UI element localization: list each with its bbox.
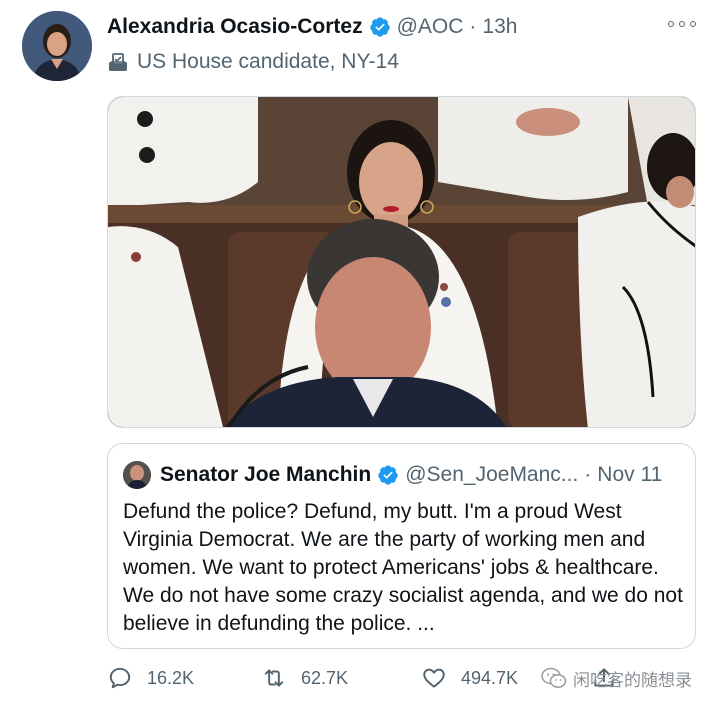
quoted-verified-badge-icon: [377, 464, 399, 486]
reply-count: 16.2K: [147, 667, 195, 688]
like-count: 494.7K: [461, 667, 519, 688]
author-display-name[interactable]: Alexandria Ocasio-Cortez: [107, 15, 363, 39]
verified-badge-icon: [369, 16, 391, 38]
retweet-icon: [264, 669, 284, 687]
retweet-button[interactable]: 62.7K: [261, 662, 348, 694]
wechat-icon: [541, 667, 567, 688]
ballot-box-icon: [107, 51, 129, 73]
reply-button[interactable]: 16.2K: [107, 662, 194, 694]
watermark: 闲吃客的随想录: [541, 665, 692, 691]
account-label: US House candidate, NY-14: [107, 48, 399, 76]
quoted-timestamp: Nov 11: [597, 463, 663, 486]
quoted-author-display-name: Senator Joe Manchin: [160, 463, 372, 486]
quoted-author-avatar: [123, 461, 151, 489]
quoted-tweet[interactable]: Senator Joe Manchin @Sen_JoeManc... · No…: [107, 443, 696, 649]
more-options-icon[interactable]: [668, 14, 696, 34]
tweet-timestamp[interactable]: 13h: [482, 15, 517, 39]
like-button[interactable]: 494.7K: [421, 662, 518, 694]
quoted-author-row: Senator Joe Manchin @Sen_JoeManc... · No…: [123, 460, 662, 490]
watermark-text: 闲吃客的随想录: [573, 670, 692, 690]
retweet-count: 62.7K: [301, 667, 349, 688]
tweet-card: Alexandria Ocasio-Cortez @AOC · 13h US H…: [0, 0, 720, 713]
author-avatar[interactable]: [22, 11, 92, 81]
reply-icon: [109, 667, 131, 689]
author-row: Alexandria Ocasio-Cortez @AOC · 13h: [107, 12, 517, 42]
tweet-photo[interactable]: [107, 96, 696, 428]
quoted-author-handle: @Sen_JoeManc...: [405, 463, 579, 486]
separator-dot: ·: [469, 15, 477, 38]
quoted-tweet-text: Defund the police? Defund, my butt. I'm …: [123, 500, 683, 635]
quoted-separator-dot: ·: [584, 463, 592, 486]
heart-icon: [423, 668, 445, 688]
account-label-text: US House candidate, NY-14: [137, 50, 399, 73]
author-handle[interactable]: @AOC: [397, 15, 464, 39]
